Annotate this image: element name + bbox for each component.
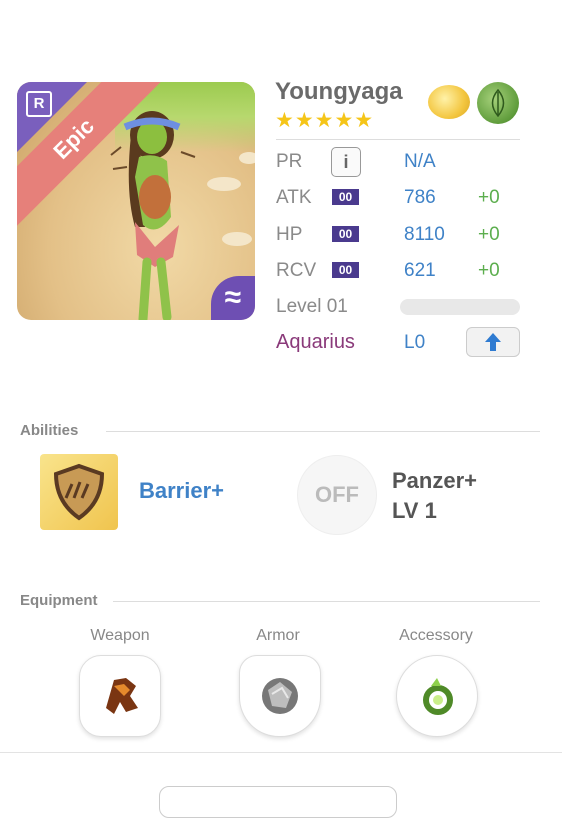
atk-plus-badge: 00 [332,189,359,205]
character-portrait[interactable]: Epic R ≈ [17,82,255,320]
weapon-label: Weapon [90,627,150,644]
rarity-icon: R [26,91,52,117]
arrow-up-icon [485,333,501,351]
armor-label: Armor [256,627,300,644]
cloud-icon [428,85,470,119]
ability-barrier-label[interactable]: Barrier+ [139,478,224,504]
shield-icon [53,463,105,521]
divider [276,139,520,140]
hp-bonus: +0 [478,224,500,245]
hp-value: 8110 [404,224,445,245]
equipment-divider [113,601,540,602]
rcv-value: 621 [404,260,436,281]
bottom-divider [0,752,562,753]
ability-barrier-icon[interactable] [40,454,118,530]
accessory-slot[interactable] [396,655,478,737]
rcv-plus-badge: 00 [332,262,359,278]
rcv-label: RCV [276,260,317,281]
pr-value: N/A [404,151,436,172]
ability-panzer-level: LV 1 [392,498,437,523]
upgrade-button[interactable] [466,327,520,357]
level-label: Level 01 [276,296,348,317]
star-rating: ★★★★★ [275,109,375,132]
portrait-rock [239,152,255,164]
bottom-action-button[interactable] [159,786,397,818]
level-progress-bar [400,299,520,315]
portrait-rock [222,232,252,246]
hp-label: HP [276,224,303,245]
ability-panzer-label[interactable]: Panzer+ LV 1 [392,466,477,526]
ability-panzer-name: Panzer+ [392,468,477,493]
hp-plus-badge: 00 [332,226,359,242]
rcv-bonus: +0 [478,260,500,281]
abilities-divider [106,431,540,432]
weapon-slot[interactable] [79,655,161,737]
armor-slot[interactable] [239,655,321,737]
atk-value: 786 [404,187,436,208]
water-attribute-icon: ≈ [211,276,255,320]
character-figure [110,111,196,320]
info-button[interactable]: i [331,147,361,177]
atk-bonus: +0 [478,187,500,208]
accessory-ring-icon [423,678,453,715]
abilities-title: Abilities [20,422,79,439]
pr-label: PR [276,151,303,172]
ability-panzer-icon[interactable]: OFF [297,455,377,535]
accessory-label: Accessory [399,627,473,644]
portrait-rock [207,177,241,191]
zodiac-label: Aquarius [276,331,355,353]
equipment-title: Equipment [20,592,98,609]
character-name: Youngyaga [275,78,403,105]
armor-orb-icon [262,678,298,714]
zodiac-level: L0 [404,332,426,353]
atk-label: ATK [276,187,312,208]
weapon-icon [106,678,138,714]
ability-off-label: OFF [315,482,359,507]
leaf-icon [477,82,519,124]
